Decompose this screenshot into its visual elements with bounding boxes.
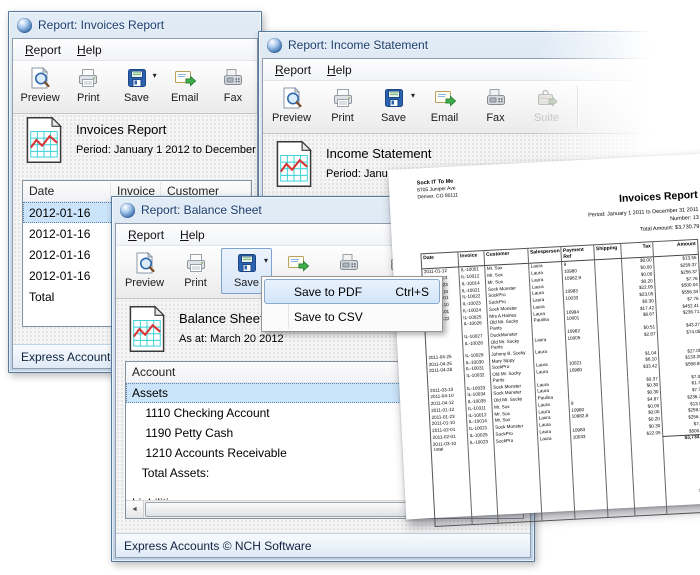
report-period: As at: March 20 2012 bbox=[179, 333, 284, 345]
scroll-left-arrow-icon[interactable]: ◄ bbox=[126, 501, 144, 518]
cell bbox=[604, 445, 635, 516]
fax-label: Fax bbox=[224, 92, 242, 104]
cell bbox=[631, 444, 667, 516]
email-label: Email bbox=[171, 92, 199, 104]
email-icon bbox=[286, 249, 310, 277]
status-bar: Express Accounts © NCH Software bbox=[116, 533, 530, 557]
menu-help[interactable]: Help bbox=[69, 41, 110, 59]
menu-item-save-to-pdf[interactable]: Save to PDF Ctrl+S bbox=[264, 279, 440, 304]
cell: Amount bbox=[652, 240, 698, 256]
save-label: Save bbox=[124, 92, 149, 104]
report-period: Period: January 1 2012 to December bbox=[76, 144, 256, 156]
print-icon bbox=[331, 84, 355, 112]
cell bbox=[494, 450, 542, 522]
save-dropdown-arrow-icon[interactable]: ▾ bbox=[264, 257, 268, 265]
save-dropdown-arrow-icon[interactable]: ▾ bbox=[153, 72, 157, 80]
print-button[interactable]: Print bbox=[317, 83, 368, 129]
preview-label: Preview bbox=[21, 92, 60, 104]
cell: Invoice bbox=[457, 252, 484, 267]
cell bbox=[538, 449, 575, 521]
save-icon bbox=[125, 64, 149, 92]
preview-icon bbox=[133, 249, 157, 277]
preview-label: Preview bbox=[272, 112, 311, 124]
menu-report[interactable]: Report bbox=[120, 226, 172, 244]
save-label: Save bbox=[234, 277, 259, 289]
toolbar: Preview Print Save ▾ Email Fax bbox=[13, 61, 257, 114]
menu-item-save-to-csv[interactable]: Save to CSV bbox=[264, 304, 440, 329]
cell bbox=[468, 453, 498, 524]
report-chart-icon bbox=[26, 116, 62, 164]
menu-item-label: Save to CSV bbox=[294, 310, 363, 324]
cell: 2012-01-16 bbox=[23, 227, 111, 241]
cell: 2012-01-16 bbox=[23, 248, 111, 262]
fax-icon bbox=[221, 64, 245, 92]
menu-report[interactable]: Report bbox=[17, 41, 69, 59]
preview-button[interactable]: Preview bbox=[16, 63, 64, 109]
menu-report[interactable]: Report bbox=[267, 61, 319, 79]
save-label: Save bbox=[381, 112, 406, 124]
save-button[interactable]: Save ▾ bbox=[112, 63, 160, 109]
app-icon bbox=[17, 18, 32, 33]
cell: Date bbox=[23, 182, 111, 200]
fax-button[interactable]: Fax bbox=[209, 63, 257, 109]
cell bbox=[663, 441, 700, 513]
cell: Tax bbox=[620, 243, 653, 258]
preview-label: Preview bbox=[125, 277, 164, 289]
report-title: Invoices Report bbox=[76, 122, 256, 137]
save-dropdown-menu: Save to PDF Ctrl+S Save to CSV bbox=[261, 276, 443, 332]
preview-icon bbox=[28, 64, 52, 92]
print-button[interactable]: Print bbox=[64, 63, 112, 109]
fax-button[interactable]: Fax bbox=[470, 83, 521, 129]
fax-icon bbox=[337, 249, 361, 277]
cell: Date bbox=[421, 253, 458, 268]
cell: 2012-01-16 bbox=[23, 269, 111, 283]
window-title: Report: Balance Sheet bbox=[141, 203, 262, 217]
report-paper-preview: Sock IT To Me 8705 Juniper Ave Denver, C… bbox=[388, 153, 700, 520]
paper-invoices-table: DateInvoiceCustomerSalespersonPayment Re… bbox=[420, 239, 700, 526]
cell: Customer bbox=[483, 249, 528, 265]
print-button[interactable]: Print bbox=[170, 248, 221, 294]
report-chart-icon bbox=[129, 305, 165, 353]
print-icon bbox=[76, 64, 100, 92]
report-title: Income Statement bbox=[326, 146, 432, 161]
cell: Salesperson bbox=[527, 248, 561, 263]
email-button[interactable]: Email bbox=[419, 83, 470, 129]
preview-icon bbox=[280, 84, 304, 112]
cell: Total bbox=[23, 290, 111, 304]
window-title: Report: Invoices Report bbox=[38, 18, 164, 32]
save-dropdown-arrow-icon[interactable]: ▾ bbox=[411, 92, 415, 100]
cell: 2012-01-16 bbox=[23, 206, 111, 220]
email-icon bbox=[173, 64, 197, 92]
print-label: Print bbox=[331, 112, 354, 124]
email-icon bbox=[433, 84, 457, 112]
cell: Shipping bbox=[593, 244, 621, 259]
menu-help[interactable]: Help bbox=[172, 226, 213, 244]
scrollbar-thumb[interactable] bbox=[145, 502, 433, 517]
menu-item-shortcut: Ctrl+S bbox=[395, 285, 429, 299]
save-icon bbox=[382, 84, 406, 112]
print-label: Print bbox=[77, 92, 100, 104]
save-button[interactable]: Save ▾ bbox=[368, 83, 419, 129]
app-icon bbox=[120, 203, 135, 218]
report-chart-icon bbox=[276, 140, 312, 188]
menu-item-label: Save to PDF bbox=[294, 285, 362, 299]
email-button[interactable]: Email bbox=[161, 63, 209, 109]
save-icon bbox=[235, 249, 259, 277]
print-label: Print bbox=[184, 277, 207, 289]
cell bbox=[432, 454, 472, 526]
preview-button[interactable]: Preview bbox=[119, 248, 170, 294]
preview-button[interactable]: Preview bbox=[266, 83, 317, 129]
fax-label: Fax bbox=[486, 112, 504, 124]
email-label: Email bbox=[431, 112, 459, 124]
titlebar-invoices[interactable]: Report: Invoices Report bbox=[12, 12, 258, 38]
print-icon bbox=[184, 249, 208, 277]
menubar: Report Help bbox=[13, 39, 257, 61]
menu-help[interactable]: Help bbox=[319, 61, 360, 79]
window-title: Report: Income Statement bbox=[288, 38, 428, 52]
fax-icon bbox=[484, 84, 508, 112]
app-icon bbox=[267, 38, 282, 53]
cell: Payment Ref bbox=[560, 246, 594, 261]
cell bbox=[571, 447, 608, 519]
paper-spacer-row bbox=[432, 441, 700, 525]
